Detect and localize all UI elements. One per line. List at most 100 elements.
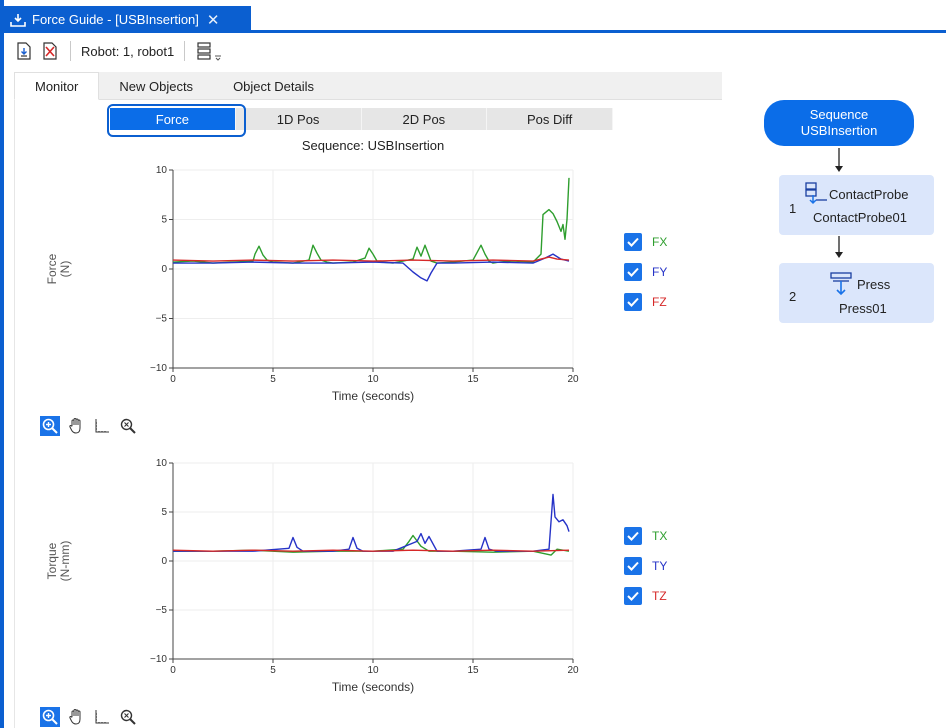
2d-pos-mode-button[interactable]: 2D Pos [362,108,488,130]
contact-probe-icon [805,182,827,205]
torque-chart-tools [40,707,138,727]
focus-highlight [107,104,246,137]
checkbox-checked-icon [624,527,642,545]
x-tick-label: 10 [367,374,379,385]
y-tick-label: −5 [156,314,168,325]
export-document-button[interactable] [14,41,34,61]
pos-diff-mode-button[interactable]: Pos Diff [487,108,613,130]
force-guide-window: Force Guide - [USBInsertion] ✕ Robot: 1,… [0,0,946,728]
zoom-region-tool[interactable] [92,416,112,436]
step-index: 2 [789,289,797,304]
torque-chart[interactable]: 0 5 10 15 20 10 5 0 −5 −10 Time (seconds) Torque (N-… [40,452,600,708]
zoom-in-tool[interactable] [40,416,60,436]
tab-monitor[interactable]: Monitor [14,72,100,100]
force-chart[interactable]: Sequence: USBInsertion 0 5 10 15 20 10 5 0 −5 −10 T… [40,136,600,416]
segment-label: 1D Pos [276,111,320,127]
step-type: ContactProbe [829,187,909,202]
legend-fz-toggle[interactable]: FZ [624,293,667,311]
reset-zoom-icon [120,709,136,725]
series-fx [172,177,570,264]
y-axis-label-line: (N-mm) [58,541,72,582]
y-tick-label: 5 [161,507,167,518]
legend-label: TY [652,559,668,573]
reset-zoom-tool[interactable] [118,416,138,436]
export-document-icon [17,42,31,60]
x-tick-label: 15 [467,665,479,676]
hand-icon [69,417,81,434]
view-tabs: Monitor New Objects Object Details [14,72,722,100]
tab-label: Object Details [233,78,314,94]
close-icon[interactable]: ✕ [207,11,220,29]
reset-zoom-icon [120,418,136,434]
step-name: ContactProbe01 [813,210,907,225]
step-type: Press [857,277,891,292]
y-tick-label: −5 [156,605,168,616]
zoom-in-icon [42,709,58,725]
step-index: 1 [789,201,797,216]
y-tick-label: 10 [156,458,168,469]
segment-label: Pos Diff [526,111,573,127]
zoom-region-icon [95,710,109,724]
flow-arrow-icon [835,148,843,172]
document-tab[interactable]: Force Guide - [USBInsertion] ✕ [0,6,251,33]
zoom-region-icon [95,419,109,433]
legend-label: FX [652,235,668,249]
y-axis-label: Torque (N-mm) [45,541,72,582]
checkbox-checked-icon [624,587,642,605]
flow-layout-button[interactable] [195,41,225,61]
series-fy [173,253,570,282]
reset-zoom-tool[interactable] [118,707,138,727]
x-tick-label: 5 [270,665,276,676]
zoom-in-icon [42,418,58,434]
torque-legend: TX TY TZ [624,527,667,605]
document-tab-title: Force Guide - [USBInsertion] [32,12,199,27]
series-tx [173,534,570,556]
legend-tx-toggle[interactable]: TX [624,527,667,545]
series-tz [172,549,570,552]
sequence-name: USBInsertion [800,123,878,138]
sequence-node[interactable]: Sequence USBInsertion [764,100,914,146]
pan-tool[interactable] [66,416,86,436]
legend-ty-toggle[interactable]: TY [624,557,667,575]
zoom-in-tool[interactable] [40,707,60,727]
1d-pos-mode-button[interactable]: 1D Pos [236,108,362,130]
legend-fx-toggle[interactable]: FX [624,233,667,251]
flow-arrow-icon [835,236,843,258]
step-name: Press01 [839,301,887,316]
y-axis-label-line: Torque [45,542,59,579]
checkbox-checked-icon [624,233,642,251]
force-chart-tools [40,416,138,436]
flow-step-contactprobe[interactable]: 1 ContactProbe ContactProbe01 [779,175,934,235]
legend-label: FZ [652,295,667,309]
toolbar-separator [70,41,71,61]
segment-label: 2D Pos [402,111,446,127]
legend-label: FY [652,265,668,279]
x-tick-label: 0 [170,374,176,385]
clear-document-button[interactable] [40,41,60,61]
hand-icon [69,708,81,725]
x-axis-label: Time (seconds) [332,680,414,694]
x-tick-label: 5 [270,374,276,385]
tab-object-details[interactable]: Object Details [213,72,334,100]
tab-new-objects[interactable]: New Objects [99,72,213,100]
tab-underline [4,30,946,33]
x-tick-label: 0 [170,665,176,676]
pan-tool[interactable] [66,707,86,727]
force-legend: FX FY FZ [624,233,667,311]
document-tab-bar: Force Guide - [USBInsertion] ✕ [0,0,946,34]
y-axis-label: Force (N) [45,253,72,284]
legend-fy-toggle[interactable]: FY [624,263,667,281]
force-guide-icon [10,13,26,27]
press-icon [830,272,852,296]
x-tick-label: 10 [367,665,379,676]
y-tick-label: −10 [150,654,167,665]
flow-step-press[interactable]: 2 Press Press01 [779,263,934,323]
sequence-label: Sequence [809,107,869,122]
y-tick-label: 10 [156,165,168,176]
checkbox-checked-icon [624,293,642,311]
legend-tz-toggle[interactable]: TZ [624,587,667,605]
y-tick-label: 0 [161,556,167,567]
x-axis-label: Time (seconds) [332,389,414,403]
tab-label: New Objects [119,78,194,94]
zoom-region-tool[interactable] [92,707,112,727]
